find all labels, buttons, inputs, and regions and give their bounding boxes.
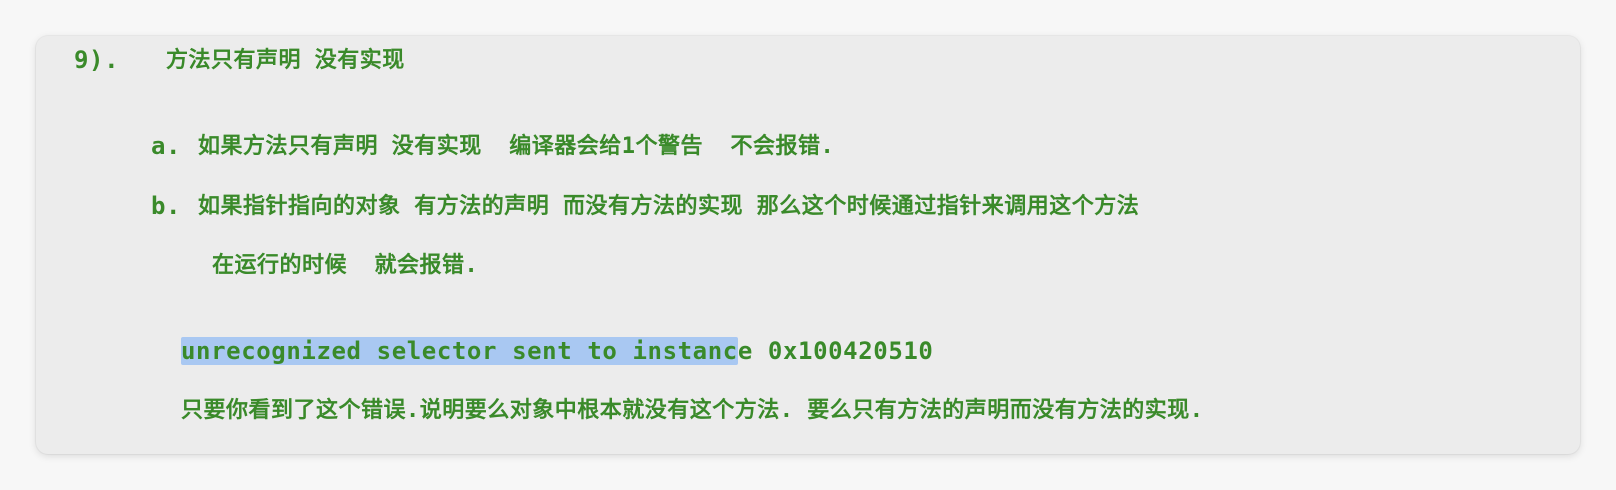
item-b-label: b.: [151, 192, 182, 220]
document-page: 9). 方法只有声明 没有实现 a. 如果方法只有声明 没有实现 编译器会给1个…: [36, 36, 1580, 454]
item-b-text: 如果指针指向的对象 有方法的声明 而没有方法的实现 那么这个时候通过指针来调用这…: [198, 194, 1140, 219]
heading-title: 方法只有声明 没有实现: [166, 48, 405, 73]
selected-text[interactable]: unrecognized selector sent to instanc: [181, 337, 738, 365]
item-b-continuation: 在运行的时候 就会报错.: [212, 253, 479, 278]
error-message-rest: e 0x100420510: [737, 337, 934, 365]
item-a-text: 如果方法只有声明 没有实现 编译器会给1个警告 不会报错.: [198, 134, 835, 159]
error-message: unrecognized selector sent to instance 0…: [181, 337, 933, 365]
explanation-text: 只要你看到了这个错误.说明要么对象中根本就没有这个方法. 要么只有方法的声明而没…: [181, 398, 1204, 423]
item-a-label: a.: [151, 132, 182, 160]
heading-number: 9).: [74, 46, 120, 74]
